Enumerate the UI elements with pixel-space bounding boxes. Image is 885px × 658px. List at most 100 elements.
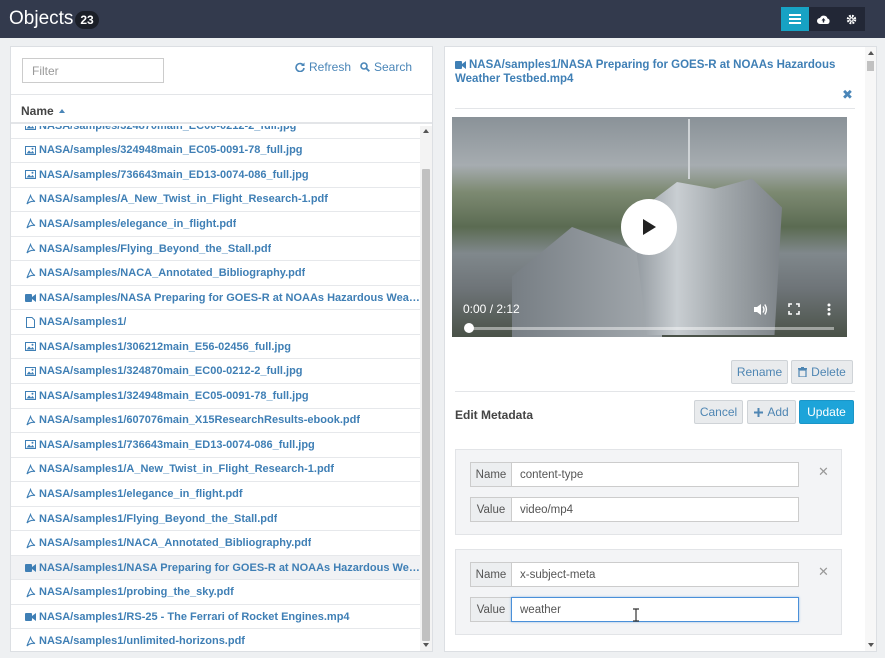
list-scrollbar-thumb[interactable] <box>422 169 430 641</box>
remove-metadata-icon[interactable]: ✕ <box>818 564 829 580</box>
list-item[interactable]: NASA/samples1/736643main_ED13-0074-086_f… <box>11 433 420 458</box>
image-icon <box>24 341 36 353</box>
list-item[interactable]: NASA/samples1/324948main_EC05-0091-78_fu… <box>11 384 420 409</box>
metadata-value-label: Value <box>470 497 511 522</box>
video-progress-handle[interactable] <box>464 323 474 333</box>
delete-button[interactable]: Delete <box>791 360 853 384</box>
divider <box>455 108 855 109</box>
scroll-down-icon[interactable] <box>868 643 874 647</box>
pdf-icon <box>24 537 36 549</box>
video-frame-antenna <box>688 119 690 179</box>
list-item-name: NASA/samples1/elegance_in_flight.pdf <box>39 487 243 500</box>
cloud-upload-icon <box>816 15 830 24</box>
object-list: NASA/samples/324870main_EC00-0212-2_full… <box>11 126 420 651</box>
detail-scrollbar-thumb[interactable] <box>867 61 874 71</box>
video-progress-bar[interactable] <box>468 327 834 330</box>
object-title-text: NASA/samples1/NASA Preparing for GOES-R … <box>455 59 836 85</box>
list-item-name: NASA/samples/Flying_Beyond_the_Stall.pdf <box>39 242 272 255</box>
list-item[interactable]: NASA/samples/324870main_EC00-0212-2_full… <box>11 126 420 139</box>
rename-button[interactable]: Rename <box>731 360 788 384</box>
object-title: NASA/samples1/NASA Preparing for GOES-R … <box>455 58 850 86</box>
list-item[interactable]: NASA/samples1/607076main_X15ResearchResu… <box>11 409 420 434</box>
gear-icon <box>846 14 856 24</box>
detail-scrollbar[interactable] <box>865 47 876 651</box>
list-item[interactable]: NASA/samples1/NACA_Annotated_Bibliograph… <box>11 531 420 556</box>
pdf-icon <box>24 243 36 255</box>
pdf-icon <box>24 635 36 647</box>
list-item[interactable]: NASA/samples1/unlimited-horizons.pdf <box>11 629 420 651</box>
list-item-name: NASA/samples1/Flying_Beyond_the_Stall.pd… <box>39 512 278 525</box>
upload-button[interactable] <box>809 7 837 31</box>
scroll-up-icon[interactable] <box>868 51 874 55</box>
list-item-name: NASA/samples/324870main_EC00-0212-2_full… <box>39 126 296 132</box>
list-item[interactable]: NASA/samples1/A_New_Twist_in_Flight_Rese… <box>11 458 420 483</box>
list-item-name: NASA/samples/324948main_EC05-0091-78_ful… <box>39 144 303 157</box>
list-header: Name <box>11 94 432 124</box>
fullscreen-button[interactable] <box>786 301 802 317</box>
metadata-name-label: Name <box>470 462 511 487</box>
update-button[interactable]: Update <box>799 400 854 424</box>
pdf-icon <box>24 193 36 205</box>
list-item[interactable]: NASA/samples1/324870main_EC00-0212-2_ful… <box>11 359 420 385</box>
play-button[interactable] <box>621 199 677 255</box>
more-options-button[interactable] <box>821 301 837 317</box>
video-icon <box>24 611 36 623</box>
list-item[interactable]: NASA/samples1/306212main_E56-02456_full.… <box>11 335 420 360</box>
list-item[interactable]: NASA/samples/NACA_Annotated_Bibliography… <box>11 261 420 286</box>
search-link[interactable]: Search <box>360 60 412 74</box>
list-item[interactable]: NASA/samples1/Flying_Beyond_the_Stall.pd… <box>11 507 420 532</box>
list-item[interactable]: NASA/samples/A_New_Twist_in_Flight_Resea… <box>11 188 420 213</box>
video-icon <box>24 562 36 574</box>
metadata-value-label: Value <box>470 597 511 622</box>
refresh-link[interactable]: Refresh <box>295 60 351 74</box>
remove-metadata-icon[interactable]: ✕ <box>818 464 829 480</box>
metadata-value-input[interactable]: weather <box>511 597 799 622</box>
top-bar: Objects 23 <box>0 0 885 38</box>
list-item[interactable]: NASA/samples/elegance_in_flight.pdf <box>11 212 420 237</box>
close-icon[interactable]: ✖ <box>842 87 853 103</box>
update-label: Update <box>807 405 846 419</box>
list-item[interactable]: NASA/samples/NASA Preparing for GOES-R a… <box>11 286 420 311</box>
metadata-value-input[interactable]: video/mp4 <box>511 497 799 522</box>
fullscreen-icon <box>788 303 800 315</box>
settings-button[interactable] <box>837 7 865 31</box>
rename-label: Rename <box>736 365 783 379</box>
metadata-name-input[interactable]: x-subject-meta <box>511 562 799 587</box>
filter-input[interactable] <box>22 58 164 83</box>
video-player[interactable]: 0:00 / 2:12 <box>452 117 847 337</box>
list-view-button[interactable] <box>781 7 809 31</box>
cancel-button[interactable]: Cancel <box>694 400 743 424</box>
trash-icon <box>798 367 808 377</box>
list-item-name: NASA/samples1/NASA Preparing for GOES-R … <box>39 561 420 574</box>
metadata-name-input[interactable]: content-type <box>511 462 799 487</box>
image-icon <box>24 439 36 451</box>
metadata-name-label: Name <box>470 562 511 587</box>
file-icon <box>24 316 36 328</box>
more-vertical-icon <box>827 303 831 315</box>
object-list-panel: Refresh Search Name NASA/samples/324870m… <box>10 46 433 652</box>
metadata-value-row: Value video/mp4 <box>470 497 799 522</box>
list-item[interactable]: NASA/samples/Flying_Beyond_the_Stall.pdf <box>11 237 420 262</box>
list-item[interactable]: NASA/samples1/ <box>11 310 420 335</box>
list-item[interactable]: NASA/samples1/RS-25 - The Ferrari of Roc… <box>11 605 420 630</box>
name-column-label: Name <box>21 104 54 118</box>
volume-button[interactable] <box>752 301 768 317</box>
image-icon <box>24 144 36 156</box>
image-icon <box>24 390 36 402</box>
image-icon <box>24 169 36 181</box>
list-item-name: NASA/samples1/306212main_E56-02456_full.… <box>39 340 291 353</box>
list-item-name: NASA/samples/elegance_in_flight.pdf <box>39 217 237 230</box>
video-icon <box>455 61 466 69</box>
list-item[interactable]: NASA/samples/324948main_EC05-0091-78_ful… <box>11 139 420 164</box>
scroll-down-icon[interactable] <box>423 643 429 647</box>
scroll-up-icon[interactable] <box>423 129 429 133</box>
metadata-name-row: Name x-subject-meta <box>470 562 799 587</box>
list-item-name: NASA/samples1/736643main_ED13-0074-086_f… <box>39 438 315 451</box>
pdf-icon <box>24 586 36 598</box>
list-item[interactable]: NASA/samples1/elegance_in_flight.pdf <box>11 482 420 507</box>
list-item[interactable]: NASA/samples1/probing_the_sky.pdf <box>11 580 420 605</box>
add-metadata-button[interactable]: Add <box>747 400 796 424</box>
list-item[interactable]: NASA/samples1/NASA Preparing for GOES-R … <box>11 555 420 581</box>
list-item[interactable]: NASA/samples/736643main_ED13-0074-086_fu… <box>11 163 420 188</box>
name-column-header[interactable]: Name <box>21 104 65 118</box>
